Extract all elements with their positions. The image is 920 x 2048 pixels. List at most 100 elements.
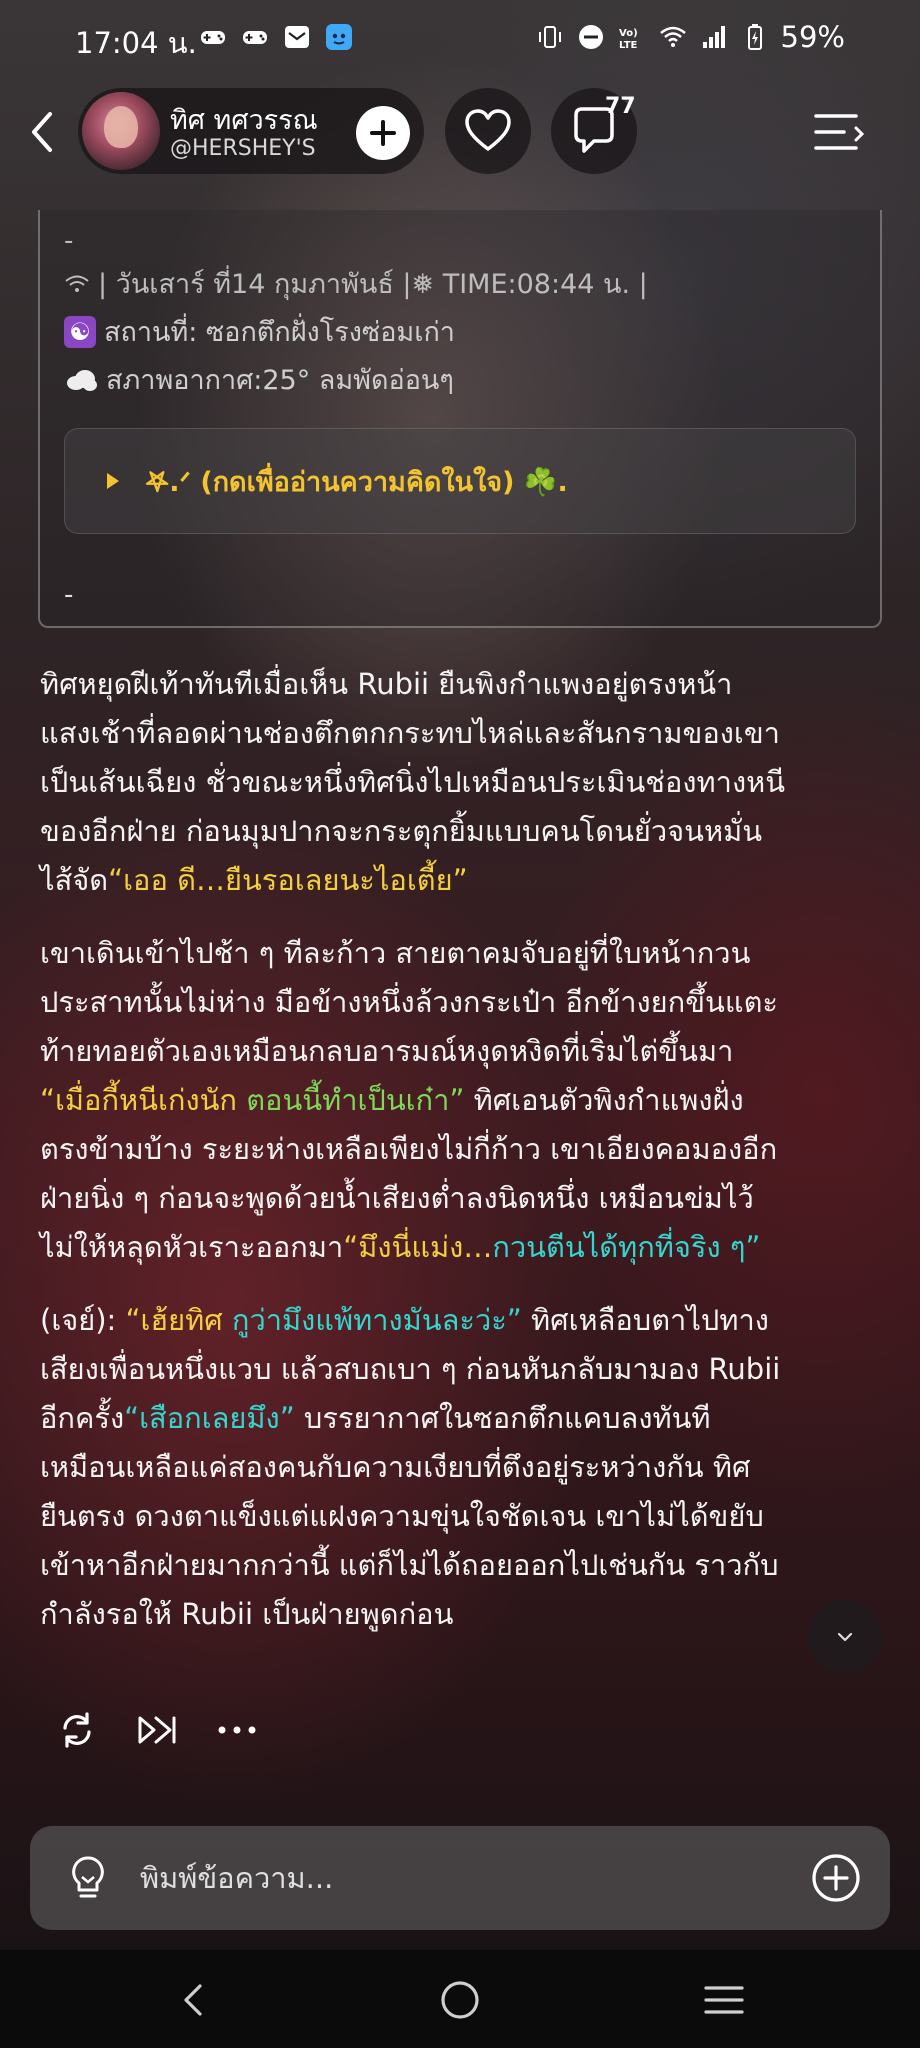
recents-icon (704, 1986, 744, 2014)
add-circle-icon[interactable] (810, 1852, 862, 1904)
svg-text:LTE: LTE (619, 40, 638, 51)
narration-text: ไส้จัด (40, 863, 109, 897)
battery-percentage: 59% (780, 20, 845, 54)
story-line: เหมือนเหลือแค่สองคนกับความเงียบที่ตึงอยู… (40, 1450, 751, 1484)
yin-yang-icon: ☯ (64, 315, 96, 348)
cloud-icon (67, 369, 97, 391)
svg-text:Vo): Vo) (619, 28, 638, 39)
dialogue-quote: ยืนรอเลยนะไอเตี้ย” (224, 863, 468, 897)
card-divider: - (64, 580, 74, 610)
game-controller-icon (201, 31, 225, 44)
story-paragraph: (เจย์): “เฮ้ยทิศ กูว่ามึงแพ้ทางมันละว่ะ”… (40, 1296, 890, 1639)
system-status-icons: Vo) LTE 59% (535, 20, 845, 54)
avatar[interactable] (82, 92, 160, 170)
more-dots-icon (218, 1726, 256, 1734)
like-button[interactable] (445, 88, 531, 174)
message-composer (30, 1826, 890, 1930)
story-line: ไม่ให้หลุดหัวเราะออกมา“มึงนี่แม่ง…กวนตีน… (40, 1223, 890, 1272)
story-line: เข้าหาอีกฝ่ายมากกว่านี้ แต่ก็ไม่ได้ถอยออ… (40, 1548, 779, 1582)
story-line: “เมื่อกี้หนีเก่งนัก ตอนนี้ทำเป็นเก๋า” ทิ… (40, 1076, 890, 1125)
dialogue-quote: “มึงนี่แม่ง… (343, 1230, 493, 1264)
chevron-left-icon (184, 1984, 202, 2016)
expand-triangle-icon (107, 473, 119, 489)
story-paragraph: ทิศหยุดฝีเท้าทันทีเมื่อเห็น Rubii ยืนพิง… (40, 660, 890, 905)
fast-forward-icon (138, 1716, 176, 1744)
card-divider: - (64, 226, 74, 256)
location-text: สถานที่: ซอกตึกฝั่งโรงซ่อมเก่า (104, 317, 455, 348)
chevron-left-icon (32, 112, 52, 152)
game-controller-icon (243, 31, 267, 44)
character-profile[interactable]: ทิศ ทศวรรณ @HERSHEY'S (78, 88, 424, 174)
refresh-icon (63, 1712, 91, 1748)
story-line: กำลังรอให้ Rubii เป็นฝ่ายพูดก่อน (40, 1597, 454, 1631)
do-not-disturb-icon (578, 25, 603, 49)
narration-text: อีกครั้ง (40, 1401, 125, 1435)
date-time-line: | วันเสาร์ ที่14 กุมภาพันธ์ |❅ TIME:08:4… (64, 262, 648, 305)
dialogue-quote: “เมื่อกี้หนีเก่งนัก (40, 1083, 247, 1117)
nav-recents-button[interactable] (696, 1972, 752, 2028)
narration-text: บรรยากาศในซอกตึกแคบลงทันที (294, 1401, 711, 1435)
story-line: ของอีกฝ่าย ก่อนมุมปากจะกระตุกยิ้มแบบคนโด… (40, 814, 763, 848)
comment-count: 77 (605, 94, 636, 119)
location-line: ☯ สถานที่: ซอกตึกฝั่งโรงซ่อมเก่า (64, 310, 455, 353)
scroll-to-bottom-button[interactable] (808, 1600, 882, 1674)
battery-charging-icon (747, 24, 762, 50)
dialogue-quote: กวนตีนได้ทุกที่จริง ๆ” (492, 1230, 761, 1264)
system-navigation-bar (0, 1950, 920, 2048)
status-time: 17:04 น. (75, 26, 197, 60)
narration-text: ทิศเหลือบตาไปทาง (521, 1303, 769, 1337)
follow-button[interactable] (356, 106, 410, 160)
inner-thought-toggle[interactable]: 𖤐.ᐟ (กดเพื่ออ่านความคิดในใจ) ☘️. (64, 428, 856, 534)
dialogue-quote: ตอนนี้ทำเป็นเก๋า” (246, 1083, 465, 1117)
dialogue-quote: “เฮ้ยทิศ (125, 1303, 232, 1337)
dialogue-quote: “เสือกเลยมึง” (124, 1401, 295, 1435)
story-line: ท้ายทอยตัวเองเหมือนกลบอารมณ์หงุดหงิดที่เ… (40, 1034, 734, 1068)
story-line: ยืนตรง ดวงตาแข็งแต่แฝงความขุ่นใจชัดเจน เ… (40, 1499, 764, 1533)
scene-info-card: - | วันเสาร์ ที่14 กุมภาพันธ์ |❅ TIME:08… (38, 210, 882, 628)
wifi-icon (65, 275, 89, 292)
nav-back-button[interactable] (166, 1972, 222, 2028)
weather-line: สภาพอากาศ:25° ลมพัดอ่อนๆ (64, 358, 454, 401)
story-line: เป็นเส้นเฉียง ชั่วขณะหนึ่งทิศนิ่งไปเหมือ… (40, 765, 786, 799)
story-line: อีกครั้ง“เสือกเลยมึง” บรรยากาศในซอกตึกแค… (40, 1394, 890, 1443)
story-line: ทิศหยุดฝีเท้าทันทีเมื่อเห็น Rubii ยืนพิง… (40, 667, 733, 701)
nav-home-button[interactable] (432, 1972, 488, 2028)
story-line: ฝ่ายนิ่ง ๆ ก่อนจะพูดด้วยน้ำเสียงต่ำลงนิด… (40, 1181, 754, 1215)
character-handle: @HERSHEY'S (170, 136, 316, 161)
story-line: ประสาทนั้นไม่ห่าง มือข้างหนึ่งล้วงกระเป๋… (40, 985, 778, 1019)
menu-list-icon (814, 114, 865, 150)
story-line: เขาเดินเข้าไปช้า ๆ ทีละก้าว สายตาคมจับอย… (40, 936, 751, 970)
date-time-text: | วันเสาร์ ที่14 กุมภาพันธ์ |❅ TIME:08:4… (98, 269, 648, 300)
message-actions (52, 1705, 262, 1755)
back-button[interactable] (18, 106, 70, 158)
story-line: ตรงข้ามบ้าง ระยะห่างเหลือเพียงไม่กี่ก้าว… (40, 1132, 778, 1166)
plus-icon (370, 120, 396, 146)
narration-text: ไม่ให้หลุดหัวเราะออกมา (40, 1230, 344, 1264)
volte-icon: Vo)LTE (619, 28, 638, 51)
story-line: (เจย์): “เฮ้ยทิศ กูว่ามึงแพ้ทางมันละว่ะ”… (40, 1296, 890, 1345)
narration-text: (เจย์): (40, 1303, 126, 1337)
vibrate-icon (538, 26, 561, 48)
menu-button[interactable] (812, 106, 868, 158)
story-paragraph: เขาเดินเข้าไปช้า ๆ ทีละก้าว สายตาคมจับอย… (40, 929, 890, 1272)
app-notification-icon (326, 24, 352, 50)
narration-text: ทิศเอนตัวพิงกำแพงฝั่ง (464, 1083, 744, 1117)
notification-icons (198, 22, 354, 52)
dialogue-quote: “เออ ดี… (108, 863, 225, 897)
message-input[interactable] (140, 1854, 780, 1902)
story-line: เสียงเพื่อนหนึ่งแวบ แล้วสบถเบา ๆ ก่อนหัน… (40, 1352, 781, 1386)
mail-icon (285, 26, 309, 48)
weather-text: สภาพอากาศ:25° ลมพัดอ่อนๆ (106, 365, 454, 396)
heart-icon (465, 109, 511, 151)
story-line: ไส้จัด“เออ ดี…ยืนรอเลยนะไอเตี้ย” (40, 856, 890, 905)
signal-icon (702, 26, 725, 48)
wifi-icon (659, 26, 686, 47)
character-name: ทิศ ทศวรรณ (170, 105, 318, 136)
more-options-button[interactable] (212, 1705, 262, 1755)
chevron-down-icon (837, 1632, 853, 1642)
dialogue-quote: กูว่ามึงแพ้ทางมันละว่ะ” (231, 1303, 522, 1337)
continue-button[interactable] (132, 1705, 182, 1755)
home-circle-icon (441, 1981, 479, 2019)
regenerate-button[interactable] (52, 1705, 102, 1755)
lightbulb-icon[interactable] (60, 1850, 116, 1906)
